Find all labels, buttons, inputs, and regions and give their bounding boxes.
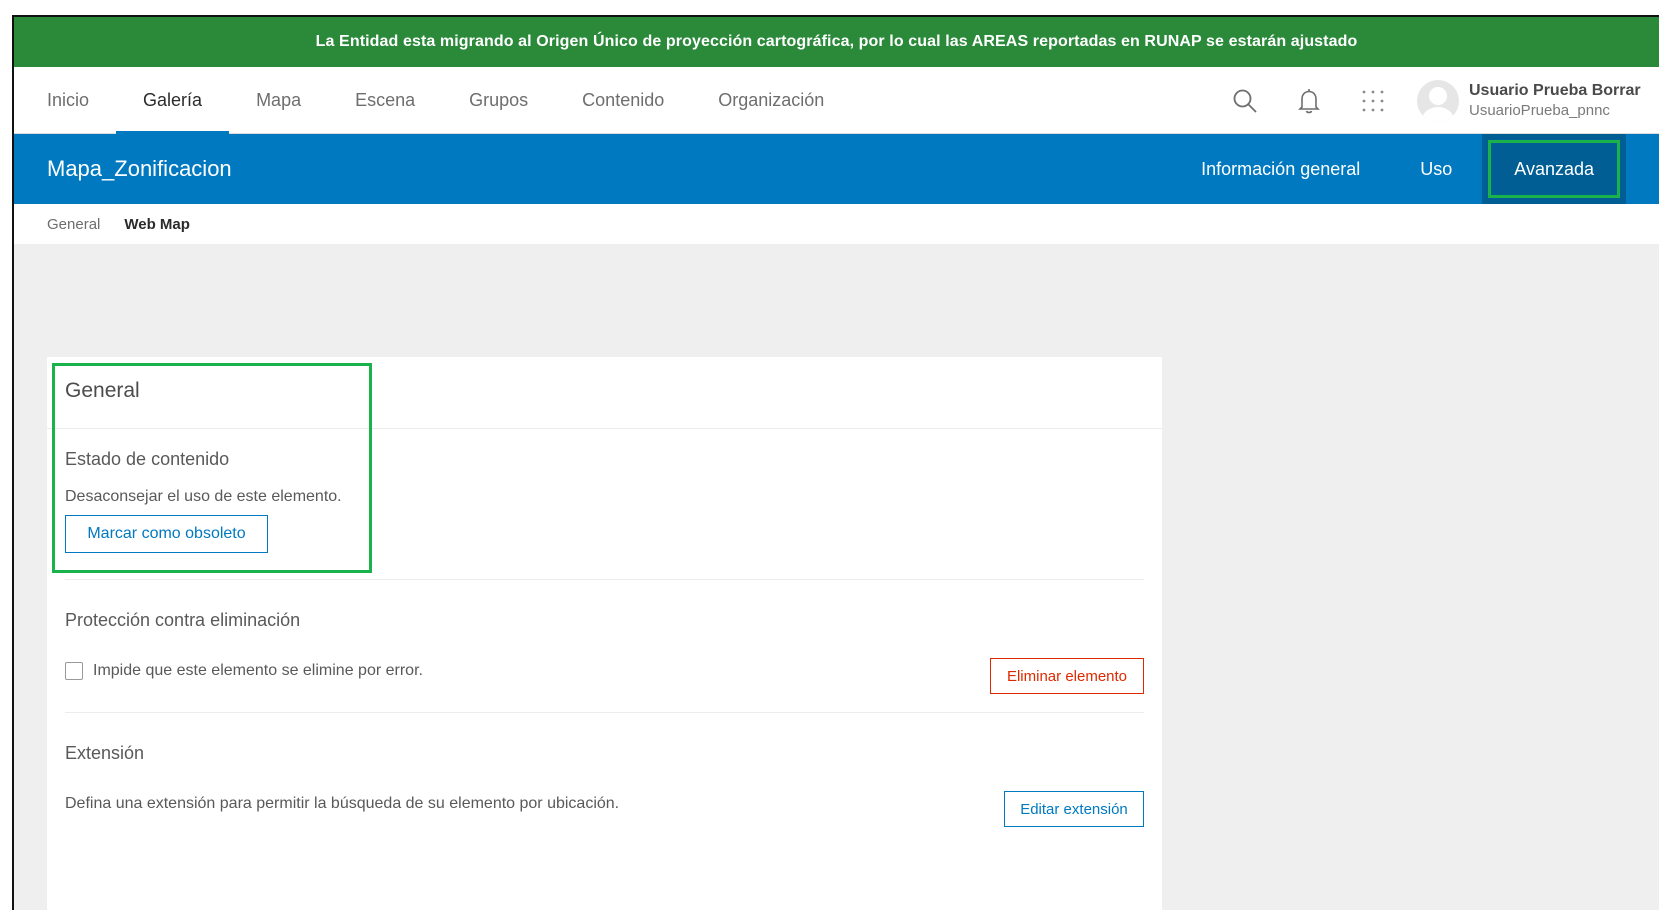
delete-protection-checkbox-label[interactable]: Impide que este elemento se elimine por … bbox=[93, 662, 423, 680]
item-titlebar: Mapa_Zonificacion Información general Us… bbox=[14, 134, 1659, 204]
nav-item-escena[interactable]: Escena bbox=[328, 67, 442, 134]
banner-text: La Entidad esta migrando al Origen Único… bbox=[315, 33, 1358, 50]
tab-informacion-general[interactable]: Información general bbox=[1171, 134, 1390, 204]
user-username: UsuarioPrueba_pnnc bbox=[1469, 102, 1610, 120]
nav-item-contenido[interactable]: Contenido bbox=[555, 67, 691, 134]
delete-item-button[interactable]: Eliminar elemento bbox=[990, 658, 1144, 694]
item-tabs: Información general Uso Avanzada bbox=[1171, 134, 1659, 204]
nav-right-tools: Usuario Prueba Borrar UsuarioPrueba_pnnc bbox=[1213, 67, 1659, 134]
top-navigation: Inicio Galería Mapa Escena Grupos Conten… bbox=[14, 67, 1659, 134]
bell-icon[interactable] bbox=[1277, 67, 1341, 134]
nav-item-galeria[interactable]: Galería bbox=[116, 67, 230, 134]
delete-protection-checkbox[interactable] bbox=[65, 662, 83, 680]
nav-item-organizacion[interactable]: Organización bbox=[691, 67, 851, 134]
delete-protection-label: Protección contra eliminación bbox=[65, 610, 301, 630]
settings-panel: General Estado de contenido Desaconsejar… bbox=[47, 357, 1162, 910]
avatar[interactable] bbox=[1417, 79, 1459, 122]
extent-description: Defina una extensión para permitir la bú… bbox=[65, 795, 620, 812]
user-menu[interactable]: Usuario Prueba Borrar UsuarioPrueba_pnnc bbox=[1469, 80, 1659, 122]
edit-extent-button[interactable]: Editar extensión bbox=[1004, 791, 1144, 827]
content-status-description: Desaconsejar el uso de este elemento. bbox=[65, 488, 342, 505]
tab-avanzada[interactable]: Avanzada bbox=[1482, 134, 1626, 204]
content-status-section: Estado de contenido Desaconsejar el uso … bbox=[47, 429, 1162, 579]
delete-protection-row: Impide que este elemento se elimine por … bbox=[65, 662, 423, 680]
extent-section: Extensión Defina una extensión para perm… bbox=[47, 713, 1162, 853]
mark-deprecated-button[interactable]: Marcar como obsoleto bbox=[65, 515, 268, 553]
section-heading-general: General bbox=[47, 357, 1162, 429]
app-frame: La Entidad esta migrando al Origen Único… bbox=[12, 15, 1659, 910]
user-name: Usuario Prueba Borrar bbox=[1469, 81, 1641, 99]
item-title: Mapa_Zonificacion bbox=[47, 156, 232, 181]
nav-item-grupos[interactable]: Grupos bbox=[442, 67, 555, 134]
extent-label: Extensión bbox=[65, 743, 145, 763]
nav-item-inicio[interactable]: Inicio bbox=[14, 67, 116, 134]
tab-uso[interactable]: Uso bbox=[1390, 134, 1482, 204]
breadcrumb-web-map: Web Map bbox=[124, 215, 190, 233]
migration-banner: La Entidad esta migrando al Origen Único… bbox=[14, 17, 1659, 67]
breadcrumb-general[interactable]: General bbox=[47, 216, 100, 233]
breadcrumb: General Web Map bbox=[14, 204, 1659, 244]
apps-grid-icon[interactable] bbox=[1341, 67, 1405, 134]
search-icon[interactable] bbox=[1213, 67, 1277, 134]
content-status-label: Estado de contenido bbox=[65, 449, 230, 469]
nav-item-mapa[interactable]: Mapa bbox=[229, 67, 328, 134]
delete-protection-section: Protección contra eliminación Impide que… bbox=[47, 580, 1162, 712]
